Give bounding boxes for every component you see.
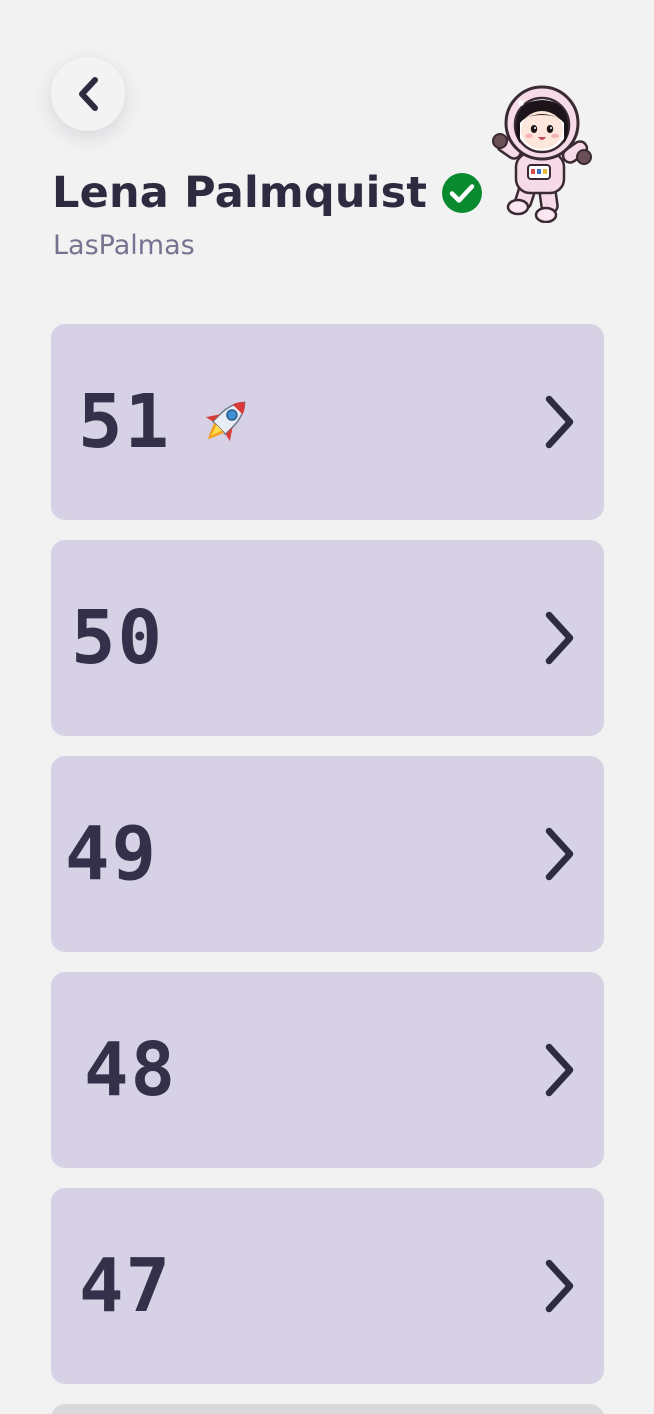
profile-name-row: Lena Palmquist — [52, 168, 483, 218]
item-number: 51 — [78, 379, 172, 465]
list-item[interactable]: 48 — [51, 972, 604, 1168]
chevron-right-icon — [542, 1041, 576, 1099]
back-button[interactable] — [51, 57, 125, 131]
list-item[interactable]: 49 — [51, 756, 604, 952]
chevron-left-icon — [73, 74, 103, 114]
item-number: 49 — [65, 811, 159, 897]
item-list: 51 50 49 48 47 — [51, 324, 604, 1414]
astronaut-avatar-icon[interactable] — [488, 83, 598, 223]
list-item[interactable]: 47 — [51, 1188, 604, 1384]
rocket-icon — [198, 391, 256, 453]
chevron-right-icon — [542, 825, 576, 883]
verified-check-icon — [441, 172, 483, 214]
profile-name: Lena Palmquist — [52, 168, 428, 218]
chevron-right-icon — [542, 609, 576, 667]
chevron-right-icon — [542, 393, 576, 451]
list-item-partial[interactable] — [51, 1404, 604, 1414]
item-number: 47 — [79, 1243, 173, 1329]
item-number: 50 — [71, 595, 165, 681]
profile-handle: LasPalmas — [53, 230, 195, 261]
list-item[interactable]: 50 — [51, 540, 604, 736]
chevron-right-icon — [542, 1257, 576, 1315]
profile-screen: Lena Palmquist LasPalmas 51 50 49 48 47 — [0, 0, 654, 1414]
item-number: 48 — [84, 1027, 178, 1113]
list-item[interactable]: 51 — [51, 324, 604, 520]
